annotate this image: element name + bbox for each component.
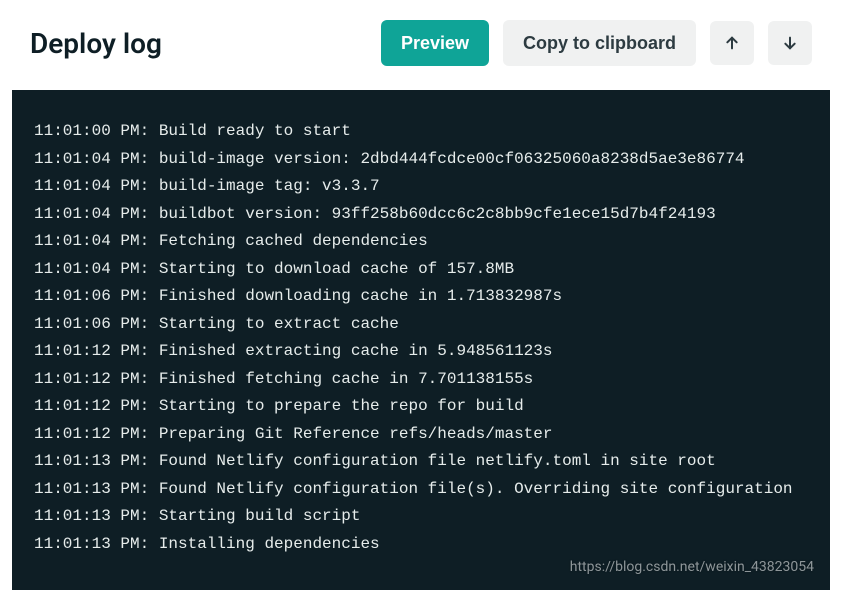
arrow-down-icon (782, 35, 798, 51)
watermark-text: https://blog.csdn.net/weixin_43823054 (570, 559, 814, 575)
log-line: 11:01:04 PM: buildbot version: 93ff258b6… (34, 201, 808, 229)
log-line: 11:01:04 PM: Starting to download cache … (34, 256, 808, 284)
scroll-down-button[interactable] (768, 21, 812, 65)
log-line: 11:01:04 PM: Fetching cached dependencie… (34, 228, 808, 256)
log-line: 11:01:12 PM: Finished extracting cache i… (34, 338, 808, 366)
log-line: 11:01:13 PM: Installing dependencies (34, 531, 808, 559)
log-line: 11:01:06 PM: Starting to extract cache (34, 311, 808, 339)
scroll-up-button[interactable] (710, 21, 754, 65)
log-line: 11:01:12 PM: Preparing Git Reference ref… (34, 421, 808, 449)
arrow-up-icon (724, 35, 740, 51)
log-line: 11:01:13 PM: Starting build script (34, 503, 808, 531)
header-actions: Preview Copy to clipboard (381, 20, 812, 66)
deploy-log-output[interactable]: 11:01:00 PM: Build ready to start11:01:0… (12, 90, 830, 590)
page-title: Deploy log (30, 27, 162, 60)
log-line: 11:01:13 PM: Found Netlify configuration… (34, 476, 808, 504)
log-line: 11:01:13 PM: Found Netlify configuration… (34, 448, 808, 476)
copy-to-clipboard-button[interactable]: Copy to clipboard (503, 20, 696, 66)
log-line: 11:01:00 PM: Build ready to start (34, 118, 808, 146)
preview-button[interactable]: Preview (381, 20, 489, 66)
log-line: 11:01:12 PM: Finished fetching cache in … (34, 366, 808, 394)
log-line: 11:01:04 PM: build-image tag: v3.3.7 (34, 173, 808, 201)
log-line: 11:01:06 PM: Finished downloading cache … (34, 283, 808, 311)
header: Deploy log Preview Copy to clipboard (0, 0, 842, 90)
log-line: 11:01:12 PM: Starting to prepare the rep… (34, 393, 808, 421)
log-line: 11:01:04 PM: build-image version: 2dbd44… (34, 146, 808, 174)
